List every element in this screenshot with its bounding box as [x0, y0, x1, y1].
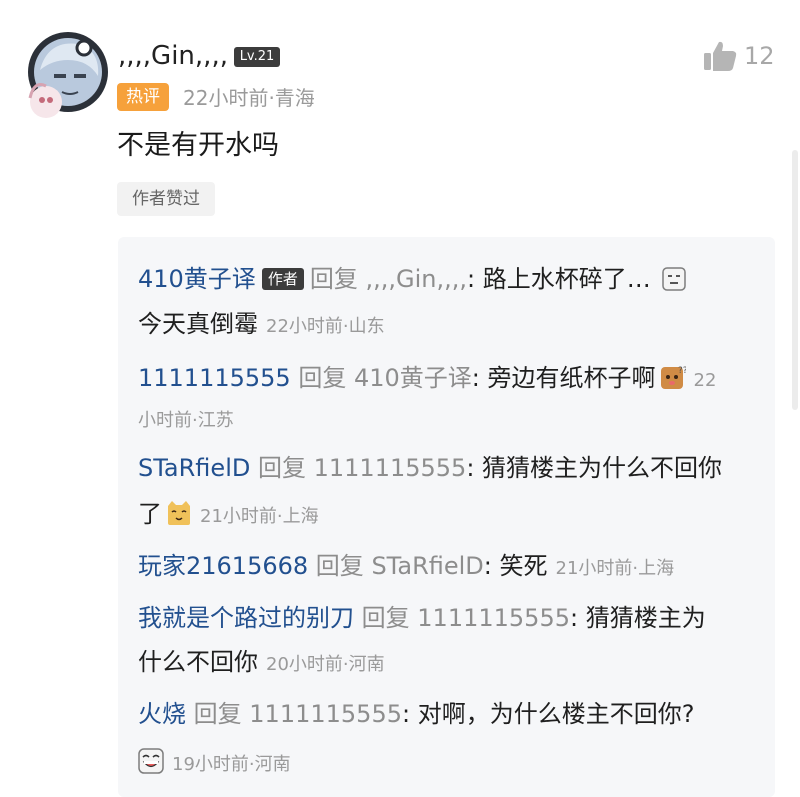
- list-item[interactable]: 410黄子译 作者 回复 ,,,,Gin,,,,: 路上水杯碎了…: [138, 262, 687, 300]
- reply-word: 回复: [257, 454, 306, 482]
- cat-face-emoji: [166, 500, 192, 535]
- reply-text: 今天真倒霉: [138, 310, 258, 338]
- reply-target[interactable]: ,,,,Gin,,,,: [365, 265, 467, 293]
- big-smile-emoji: [138, 748, 164, 783]
- reply-word: 回复: [361, 604, 410, 632]
- reply-time: 19小时前·河南: [172, 754, 291, 775]
- reply-text: 什么不回你: [138, 648, 258, 676]
- reply-username[interactable]: 火烧: [138, 700, 186, 728]
- reply-text: : 路上水杯碎了…: [466, 265, 651, 293]
- list-item[interactable]: 我就是个路过的别刀 回复 1111115555: 猜猜楼主为: [138, 601, 706, 635]
- reply-list: 410黄子译 作者 回复 ,,,,Gin,,,,: 路上水杯碎了… 今天真倒霉 22小…: [118, 237, 775, 797]
- reply-target[interactable]: 1111115555: [417, 604, 570, 632]
- reply-target[interactable]: 1111115555: [249, 700, 402, 728]
- reply-continuation: 小时前·江苏: [138, 401, 234, 438]
- list-item[interactable]: 火烧 回复 1111115555: 对啊，为什么楼主不回你?: [138, 697, 694, 731]
- reply-time: 小时前·江苏: [138, 410, 234, 431]
- list-item[interactable]: 1111115555 回复 410黄子译: 旁边有纸杯子啊 ?? 22: [138, 361, 716, 399]
- reply-username[interactable]: 玩家21615668: [138, 552, 308, 580]
- thumbs-up-icon[interactable]: [702, 38, 738, 74]
- like-count: 12: [744, 42, 775, 70]
- reply-username[interactable]: 410黄子译: [138, 265, 256, 293]
- comment-username[interactable]: ,,,,Gin,,,,: [118, 40, 228, 72]
- reply-word: 回复: [315, 552, 364, 580]
- reply-username[interactable]: 我就是个路过的别刀: [138, 604, 354, 632]
- hot-comment-badge: 热评: [117, 83, 169, 111]
- reply-text: : 对啊，为什么楼主不回你?: [401, 700, 695, 728]
- reply-target[interactable]: 410黄子译: [354, 364, 472, 392]
- reply-time: 22: [693, 370, 717, 391]
- author-tag: 作者: [261, 268, 304, 290]
- reply-text: : 猜猜楼主为: [569, 604, 706, 632]
- reply-text: : 猜猜楼主为什么不回你: [466, 454, 723, 482]
- reply-time: 22小时前·山东: [266, 316, 385, 337]
- reply-continuation: 19小时前·河南: [138, 745, 291, 783]
- avatar[interactable]: [18, 30, 110, 122]
- scrollbar[interactable]: [792, 150, 798, 410]
- author-liked-badge: 作者赞过: [117, 182, 215, 216]
- reply-time: 20小时前·河南: [266, 654, 385, 675]
- reply-continuation: 了 21小时前·上海: [138, 497, 319, 535]
- shy-face-emoji: ??: [660, 364, 687, 399]
- reply-target[interactable]: 1111115555: [314, 454, 467, 482]
- reply-time: 21小时前·上海: [200, 506, 319, 527]
- list-item[interactable]: STaRfielD 回复 1111115555: 猜猜楼主为什么不回你: [138, 451, 722, 485]
- svg-text:??: ??: [678, 366, 686, 376]
- reply-username[interactable]: STaRfielD: [138, 454, 250, 482]
- reply-continuation: 今天真倒霉 22小时前·山东: [138, 307, 385, 344]
- reply-word: 回复: [309, 265, 358, 293]
- reply-target[interactable]: STaRfielD: [371, 552, 483, 580]
- reply-time: 21小时前·上海: [555, 558, 675, 579]
- list-item[interactable]: 玩家21615668 回复 STaRfielD: 笑死 21小时前·上海: [138, 549, 674, 586]
- comment-meta: 22小时前·青海: [183, 86, 315, 110]
- comment-content: 不是有开水吗: [117, 130, 279, 161]
- reply-text: : 旁边有纸杯子啊: [471, 364, 656, 392]
- reply-text: 了: [138, 500, 162, 528]
- reply-word: 回复: [298, 364, 347, 392]
- reply-text: : 笑死: [483, 552, 548, 580]
- reply-word: 回复: [193, 700, 242, 728]
- reply-username[interactable]: 1111115555: [138, 364, 291, 392]
- plain-face-emoji: [662, 266, 687, 300]
- level-badge: Lv.21: [234, 47, 280, 67]
- reply-continuation: 什么不回你 20小时前·河南: [138, 645, 385, 682]
